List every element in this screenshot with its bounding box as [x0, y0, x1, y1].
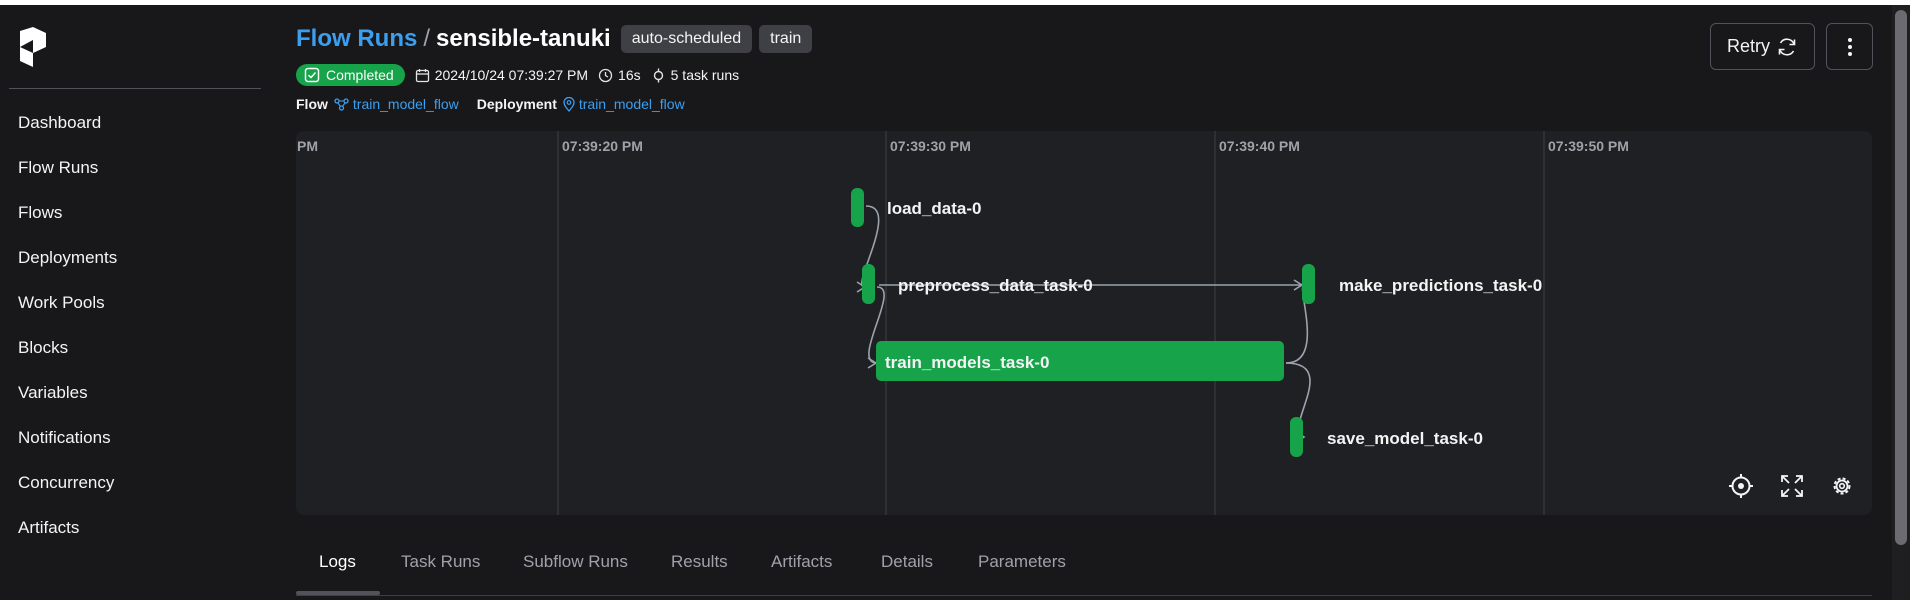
settings-gear-icon[interactable] [1827, 471, 1857, 501]
retry-button[interactable]: Retry [1710, 23, 1815, 70]
sidebar-item-artifacts[interactable]: Artifacts [18, 518, 79, 538]
sidebar-item-variables[interactable]: Variables [18, 383, 88, 403]
task-bar-save-model[interactable] [1290, 417, 1303, 457]
flow-icon [334, 97, 349, 111]
duration-value: 16s [618, 67, 641, 83]
tab-task-runs[interactable]: Task Runs [401, 552, 480, 572]
timeline-tick: 07:39:30 PM [890, 138, 971, 154]
more-options-button[interactable] [1826, 23, 1873, 70]
center-view-icon[interactable] [1726, 471, 1756, 501]
retry-label: Retry [1726, 36, 1770, 56]
task-label: load_data-0 [887, 199, 981, 218]
tab-details[interactable]: Details [881, 552, 933, 572]
page-title-row: Flow Runs / sensible-tanuki auto-schedul… [296, 22, 819, 56]
task-label: make_predictions_task-0 [1339, 276, 1542, 295]
timeline-tick: 07:39:20 PM [562, 138, 643, 154]
kebab-menu-icon [1847, 37, 1852, 56]
start-time: 2024/10/24 07:39:27 PM [415, 67, 588, 83]
tab-artifacts[interactable]: Artifacts [771, 552, 832, 572]
window-top-strip [0, 0, 1910, 5]
sidebar-item-flows[interactable]: Flows [18, 203, 62, 223]
breadcrumb-separator: / [423, 25, 430, 52]
task-label: preprocess_data_task-0 [898, 276, 1093, 295]
sidebar-item-flow-runs[interactable]: Flow Runs [18, 158, 98, 178]
tag-badge: train [759, 25, 813, 53]
sidebar-item-notifications[interactable]: Notifications [18, 428, 111, 448]
task-run-count-value: 5 task runs [670, 67, 740, 83]
task-bar-load-data[interactable] [851, 188, 864, 227]
task-run-icon [653, 68, 663, 82]
fullscreen-icon[interactable] [1777, 471, 1807, 501]
deployment-label: Deployment [476, 96, 557, 112]
timeline-graph: PM 07:39:20 PM 07:39:30 PM 07:39:40 PM 0… [297, 131, 1629, 515]
check-square-icon [304, 67, 320, 83]
prefect-logo-icon[interactable] [18, 27, 48, 71]
task-label: train_models_task-0 [885, 353, 1049, 372]
status-label: Completed [326, 67, 394, 83]
breadcrumb-flow-runs-link[interactable]: Flow Runs [296, 25, 417, 53]
sidebar-item-work-pools[interactable]: Work Pools [18, 293, 105, 313]
deployment-link[interactable]: train_model_flow [579, 96, 685, 112]
sidebar: Dashboard Flow Runs Flows Deployments Wo… [0, 5, 270, 600]
task-bar-preprocess-data[interactable] [862, 264, 875, 304]
sidebar-item-blocks[interactable]: Blocks [18, 338, 68, 358]
clock-icon [598, 68, 613, 82]
task-label: save_model_task-0 [1327, 429, 1483, 448]
run-meta-row: Completed 2024/10/24 07:39:27 PM 16s 5 t… [296, 64, 749, 86]
sidebar-item-concurrency[interactable]: Concurrency [18, 473, 114, 493]
timeline-tick: 07:39:40 PM [1219, 138, 1300, 154]
tab-parameters[interactable]: Parameters [978, 552, 1066, 572]
page-scrollbar-thumb[interactable] [1895, 10, 1907, 545]
start-time-value: 2024/10/24 07:39:27 PM [434, 67, 589, 83]
task-run-count: 5 task runs [651, 67, 739, 83]
status-badge: Completed [296, 64, 405, 86]
page-title: sensible-tanuki [436, 25, 611, 52]
timeline-tick: 07:39:50 PM [1548, 138, 1629, 154]
flow-run-timeline[interactable]: PM 07:39:20 PM 07:39:30 PM 07:39:40 PM 0… [296, 131, 1872, 515]
tab-results[interactable]: Results [671, 552, 728, 572]
location-pin-icon [563, 96, 575, 112]
flow-link[interactable]: train_model_flow [353, 96, 459, 112]
task-bar-make-predictions[interactable] [1302, 264, 1315, 304]
flow-deployment-row: Flow train_model_flow Deployment train_m… [296, 94, 703, 114]
flow-run-tabs: Logs Task Runs Subflow Runs Results Arti… [296, 540, 1872, 596]
dependency-edges [856, 205, 1311, 443]
sidebar-item-deployments[interactable]: Deployments [18, 248, 117, 268]
calendar-icon [415, 68, 429, 82]
refresh-icon [1778, 37, 1796, 56]
sidebar-item-dashboard[interactable]: Dashboard [18, 113, 101, 133]
sidebar-divider [9, 88, 261, 89]
tab-logs[interactable]: Logs [319, 552, 356, 572]
tag-badge: auto-scheduled [620, 25, 753, 53]
tab-subflow-runs[interactable]: Subflow Runs [523, 552, 628, 572]
flow-label: Flow [296, 96, 328, 112]
duration: 16s [598, 67, 641, 83]
active-tab-indicator [296, 591, 380, 595]
timeline-tick: PM [297, 138, 318, 154]
